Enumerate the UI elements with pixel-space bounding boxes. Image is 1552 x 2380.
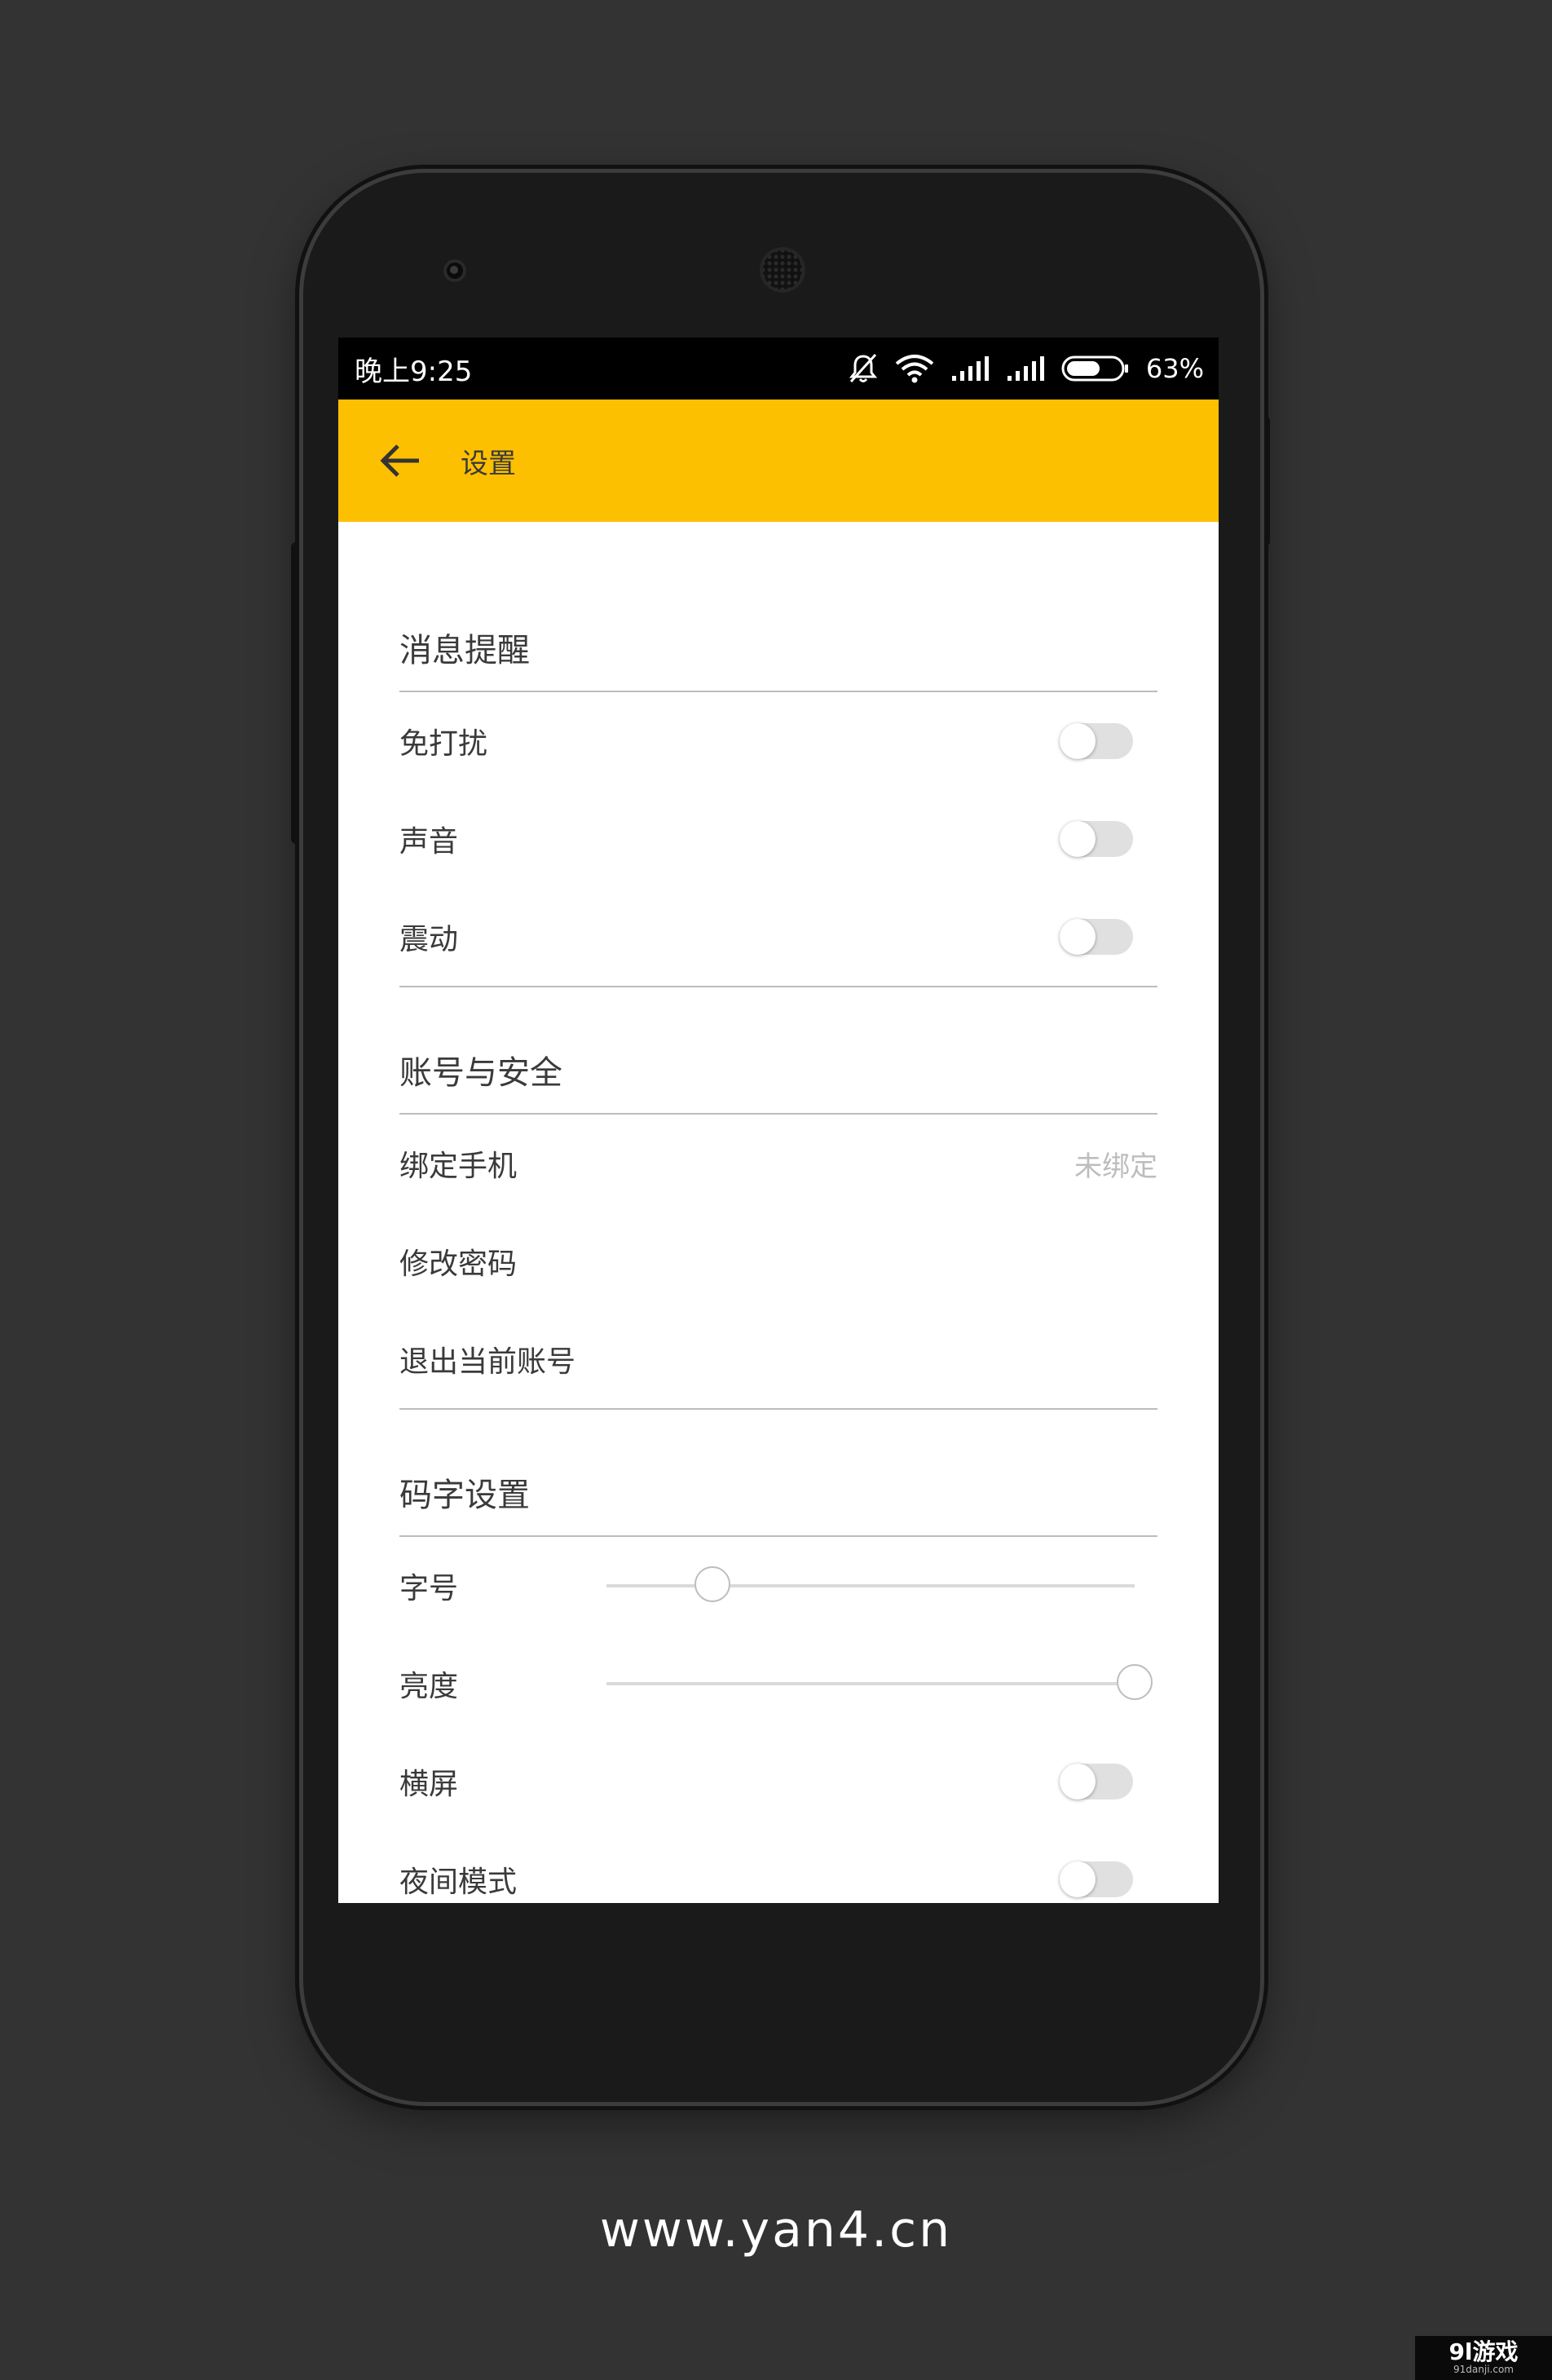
section-notifications: 消息提醒 免打扰 声音 震动 [399,599,1157,987]
section-rows: 绑定手机 未绑定 修改密码 退出当前账号 [399,1115,1157,1410]
settings-list: 消息提醒 免打扰 声音 震动 账号与安全 绑定手机 未绑定 修改密码 退出当前账… [338,599,1219,1903]
night-mode-toggle[interactable] [1060,1861,1133,1897]
site-watermark: 9l游戏 91danji.com [1415,2336,1552,2380]
toggle-knob [1060,1764,1096,1799]
do-not-disturb-toggle[interactable] [1060,723,1133,759]
setting-label: 修改密码 [399,1247,518,1281]
footer-url: www.yan4.cn [599,2201,953,2259]
toggle-knob [1060,1861,1096,1897]
page-title: 设置 [461,447,516,480]
arrow-left-icon[interactable] [376,436,425,485]
earpiece-speaker [760,247,805,293]
slider-track[interactable] [606,1682,1135,1685]
bell-off-icon [848,352,879,385]
setting-label: 震动 [399,923,459,956]
setting-label: 字号 [399,1572,459,1605]
setting-row-do-not-disturb[interactable]: 免打扰 [399,692,1157,790]
section-typing: 码字设置 字号 亮度 横屏 夜间模式 [399,1444,1157,1903]
brightness-slider[interactable] [606,1663,1153,1704]
status-time: 晚上9:25 [355,355,473,388]
power-button [1260,416,1270,546]
toggle-knob [1060,723,1096,759]
setting-row-landscape[interactable]: 横屏 [399,1733,1157,1830]
setting-row-change-password[interactable]: 修改密码 [399,1212,1157,1310]
toggle-knob [1060,919,1096,955]
landscape-toggle[interactable] [1060,1764,1133,1799]
app-screen: 晚上9:25 63% 设置 消息提醒 免打扰 声音 震动 账号与安全 绑定手机 … [338,338,1219,1903]
setting-label: 声音 [399,825,459,859]
battery-icon [1061,355,1130,382]
section-title: 码字设置 [399,1444,1157,1537]
volume-button [291,542,302,844]
setting-row-bind-phone[interactable]: 绑定手机 未绑定 [399,1115,1157,1212]
section-account: 账号与安全 绑定手机 未绑定 修改密码 退出当前账号 [399,1022,1157,1410]
slider-thumb[interactable] [1117,1664,1153,1700]
setting-label: 亮度 [399,1670,459,1703]
section-title: 账号与安全 [399,1022,1157,1115]
watermark-logo: 9l游戏 [1448,2338,1519,2365]
front-camera [443,259,466,282]
toggle-knob [1060,821,1096,857]
section-rows: 字号 亮度 横屏 夜间模式 [399,1537,1157,1903]
signal-icon [1006,355,1045,382]
signal-icon [950,355,990,382]
setting-label: 横屏 [399,1768,459,1801]
font-size-slider[interactable] [606,1565,1135,1606]
status-icons: 63% [848,352,1204,385]
bind-phone-status: 未绑定 [1074,1150,1157,1183]
setting-row-sound[interactable]: 声音 [399,790,1157,888]
section-rows: 免打扰 声音 震动 [399,692,1157,987]
status-bar: 晚上9:25 63% [338,338,1219,400]
setting-row-vibration[interactable]: 震动 [399,888,1157,986]
sound-toggle[interactable] [1060,821,1133,857]
setting-row-font-size: 字号 [399,1537,1157,1635]
setting-label: 免打扰 [399,727,488,761]
setting-label: 夜间模式 [399,1866,518,1899]
wifi-icon [895,354,934,383]
app-toolbar: 设置 [338,400,1219,522]
section-title: 消息提醒 [399,599,1157,692]
setting-row-logout[interactable]: 退出当前账号 [399,1310,1157,1408]
slider-thumb[interactable] [694,1566,730,1602]
slider-track[interactable] [606,1584,1135,1587]
setting-label: 退出当前账号 [399,1345,576,1379]
battery-percent: 63% [1145,353,1204,384]
setting-label: 绑定手机 [399,1150,518,1183]
watermark-domain: 91danji.com [1453,2364,1514,2375]
vibration-toggle[interactable] [1060,919,1133,955]
setting-row-night-mode[interactable]: 夜间模式 [399,1830,1157,1903]
setting-row-brightness: 亮度 [399,1635,1157,1733]
